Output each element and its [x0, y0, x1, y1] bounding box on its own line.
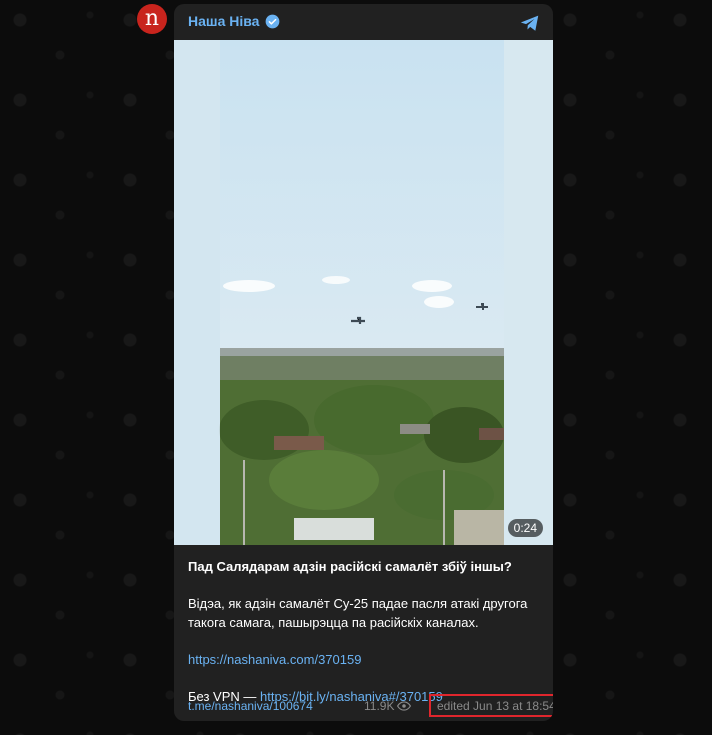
channel-post: Наша Ніва 0:24 Пад Салядарам адзін расій… — [174, 4, 553, 721]
post-body: Відэа, як адзін самалёт Су-25 падае пасл… — [188, 596, 528, 630]
post-footer: t.me/nashaniva/100674 11.9K edited Jun 1… — [188, 694, 553, 717]
post-header: Наша Ніва — [188, 13, 280, 29]
eye-icon — [397, 701, 412, 711]
view-count: 11.9K — [364, 699, 412, 713]
channel-name[interactable]: Наша Ніва — [188, 13, 259, 29]
avatar-letter: n — [144, 6, 160, 31]
post-permalink[interactable]: t.me/nashaniva/100674 — [188, 699, 313, 713]
edited-timestamp: edited Jun 13 at 18:54 — [437, 699, 553, 713]
video-frame — [174, 40, 553, 545]
channel-avatar[interactable]: n — [137, 4, 167, 34]
article-link[interactable]: https://nashaniva.com/370159 — [188, 652, 361, 667]
views-value: 11.9K — [364, 699, 395, 713]
post-caption: Пад Салядарам адзін расійскі самалёт збі… — [188, 557, 543, 706]
telegram-share-icon[interactable] — [519, 12, 541, 34]
post-title: Пад Салядарам адзін расійскі самалёт збі… — [188, 559, 512, 574]
video-thumbnail[interactable]: 0:24 — [174, 40, 553, 545]
video-duration-badge: 0:24 — [507, 519, 543, 537]
verified-icon — [266, 14, 280, 28]
